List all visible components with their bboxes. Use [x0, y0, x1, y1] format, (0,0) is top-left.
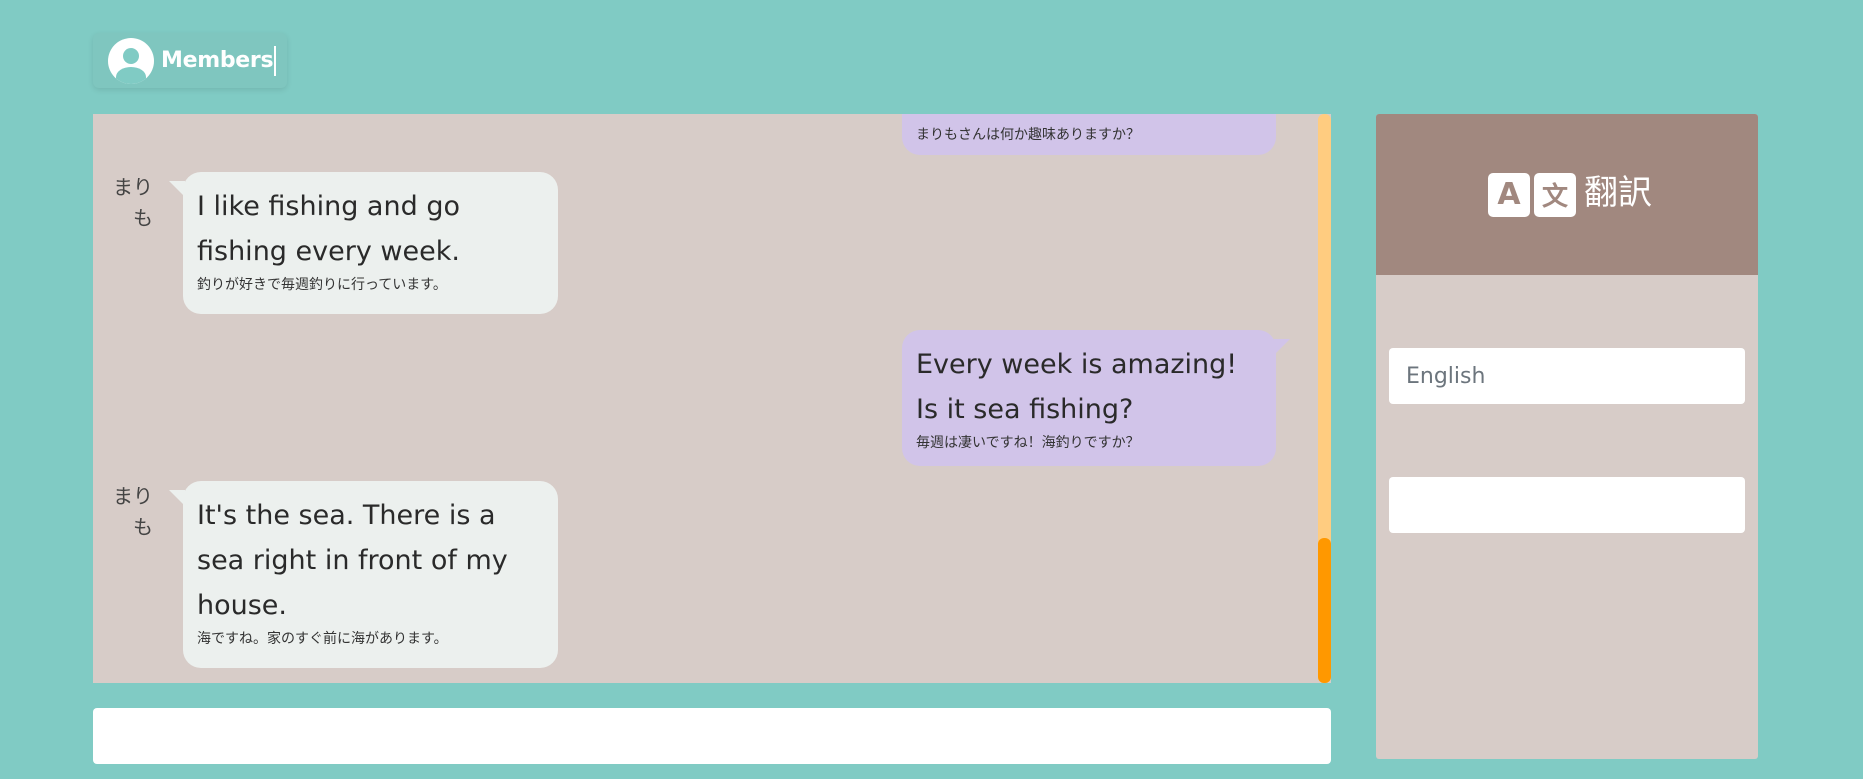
translate-panel: A 文 翻訳: [1376, 114, 1758, 759]
message-translation: まりもさんは何か趣味ありますか？: [916, 127, 1140, 143]
message-text: Every week is amazing! Is it sea fishing…: [916, 349, 1238, 425]
message-translation: 毎週は凄いですね！海釣りですか？: [916, 435, 1140, 451]
message-sender: まりも: [113, 484, 153, 539]
members-button[interactable]: Members: [93, 33, 287, 88]
message-text: It's the sea. There is a sea right in fr…: [197, 500, 508, 621]
message-translation: 海ですね。家のすぐ前に海があります。: [197, 631, 448, 647]
message-translation: 釣りが好きで毎週釣りに行っています。: [197, 277, 447, 293]
user-avatar-icon: [108, 37, 154, 84]
translation-output-input[interactable]: [1389, 477, 1745, 533]
chat-panel[interactable]: まりもさんは何か趣味ありますか？ まりも I like fishing and …: [93, 114, 1331, 683]
message-bubble-received: It's the sea. There is a sea right in fr…: [169, 481, 558, 668]
translate-header-button[interactable]: A 文 翻訳: [1376, 114, 1758, 275]
message-bubble-sent: まりもさんは何か趣味ありますか？: [902, 114, 1276, 155]
message-input[interactable]: [93, 708, 1331, 764]
message-sender: まりも: [113, 175, 153, 230]
translate-icon-letter-bun: 文: [1534, 172, 1576, 217]
message-text: I like fishing and go fishing every week…: [197, 191, 460, 267]
translate-icon-letter-a: A: [1488, 172, 1530, 217]
language-input[interactable]: [1389, 348, 1745, 404]
text-cursor: [274, 45, 277, 76]
message-bubble-received: I like fishing and go fishing every week…: [169, 172, 558, 314]
translate-title: 翻訳: [1584, 173, 1652, 213]
message-bubble-sent: Every week is amazing! Is it sea fishing…: [902, 330, 1290, 466]
chat-scrollbar-thumb[interactable]: [1318, 538, 1331, 683]
members-label: Members: [161, 45, 277, 76]
translate-icon: A 文: [1488, 172, 1576, 217]
